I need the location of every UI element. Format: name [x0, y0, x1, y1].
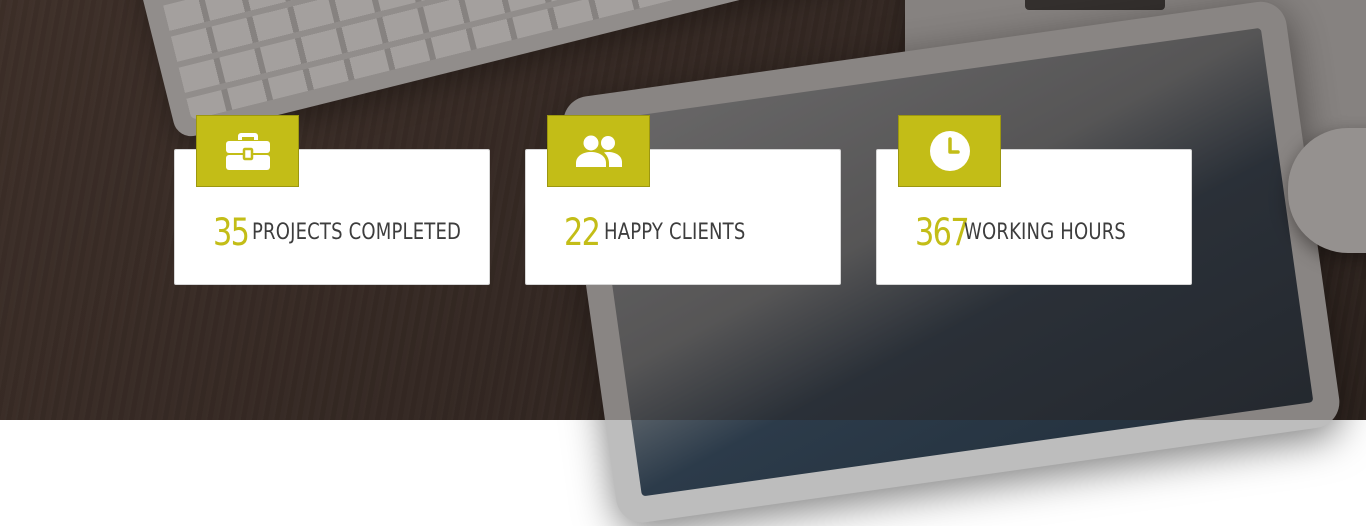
stat-value: 22 — [564, 210, 601, 254]
stat-label: HAPPY CLIENTS — [604, 219, 746, 245]
stat-icon-box — [898, 115, 1001, 187]
stat-row: 367 WORKING HOURS — [915, 210, 1161, 254]
stat-row: 22 HAPPY CLIENTS — [564, 210, 777, 254]
stat-card-clients: 22 HAPPY CLIENTS — [525, 115, 841, 285]
stat-card-hours: 367 WORKING HOURS — [876, 115, 1192, 285]
stat-row: 35 PROJECTS COMPLETED — [213, 210, 507, 254]
stat-label: WORKING HOURS — [963, 219, 1126, 245]
stat-card-projects: 35 PROJECTS COMPLETED — [174, 115, 490, 285]
stat-value: 35 — [213, 210, 250, 254]
stat-label: PROJECTS COMPLETED — [252, 219, 462, 245]
stat-value: 367 — [915, 210, 970, 254]
stat-icon-box — [547, 115, 650, 187]
clock-icon — [929, 131, 970, 171]
users-icon — [575, 135, 622, 167]
stat-icon-box — [196, 115, 299, 187]
briefcase-icon — [225, 133, 270, 170]
